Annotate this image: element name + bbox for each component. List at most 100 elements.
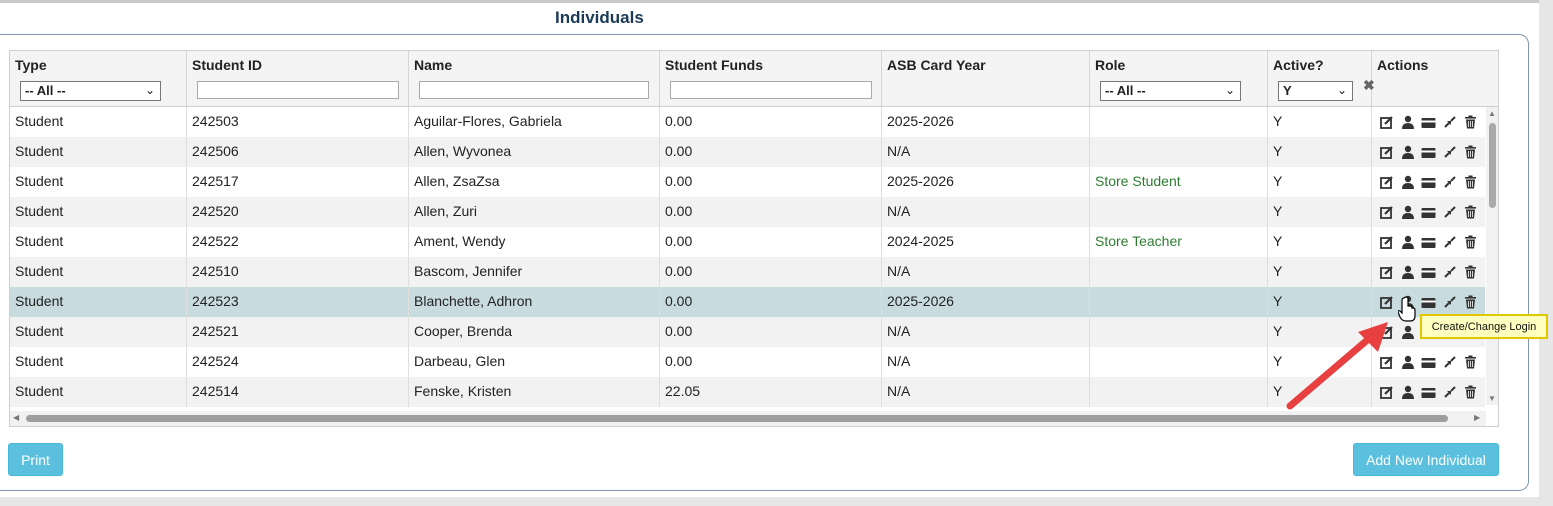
cell-name: Ament, Wendy: [409, 227, 660, 257]
table-row[interactable]: Student 242521 Cooper, Brenda 0.00 N/A Y: [10, 317, 1485, 347]
cell-funds: 0.00: [660, 227, 882, 257]
edit-icon[interactable]: [1379, 205, 1394, 220]
table-row[interactable]: Student 242522 Ament, Wendy 0.00 2024-2025 St…: [10, 227, 1485, 257]
active-filter-select[interactable]: Y ⌄: [1278, 81, 1353, 101]
add-new-individual-button[interactable]: Add New Individual: [1353, 443, 1499, 476]
card-icon[interactable]: [1421, 265, 1436, 280]
user-icon[interactable]: [1400, 325, 1415, 340]
scroll-up-icon[interactable]: ▲: [1488, 109, 1496, 118]
cell-name: Bascom, Jennifer: [409, 257, 660, 287]
header-active-label: Active?: [1273, 57, 1324, 73]
edit-icon[interactable]: [1379, 145, 1394, 160]
edit-icon[interactable]: [1379, 115, 1394, 130]
scroll-right-icon[interactable]: ▶: [1474, 413, 1480, 422]
cell-name: Allen, Zuri: [409, 197, 660, 227]
merge-icon[interactable]: [1442, 265, 1457, 280]
student-id-filter-input[interactable]: [197, 81, 399, 99]
cell-funds: 0.00: [660, 137, 882, 167]
cell-id: 242520: [187, 197, 409, 227]
trash-icon[interactable]: [1463, 175, 1478, 190]
card-icon[interactable]: [1421, 205, 1436, 220]
header-asb-card-year-label: ASB Card Year: [887, 57, 986, 73]
role-filter-value: -- All --: [1105, 83, 1146, 98]
table-row[interactable]: Student 242510 Bascom, Jennifer 0.00 N/A Y: [10, 257, 1485, 287]
header-actions: Actions: [1372, 51, 1498, 106]
user-icon[interactable]: [1400, 115, 1415, 130]
card-icon[interactable]: [1421, 145, 1436, 160]
horizontal-scroll-thumb[interactable]: [26, 415, 1448, 422]
cell-type: Student: [10, 287, 187, 317]
header-asb-card-year: ASB Card Year: [882, 51, 1090, 106]
merge-icon[interactable]: [1442, 295, 1457, 310]
horizontal-scrollbar[interactable]: ◀ ▶: [10, 411, 1486, 426]
trash-icon[interactable]: [1463, 235, 1478, 250]
card-icon[interactable]: [1421, 115, 1436, 130]
user-icon[interactable]: [1400, 205, 1415, 220]
table-row[interactable]: Student 242506 Allen, Wyvonea 0.00 N/A Y: [10, 137, 1485, 167]
card-icon[interactable]: [1421, 175, 1436, 190]
merge-icon[interactable]: [1442, 115, 1457, 130]
edit-icon[interactable]: [1379, 265, 1394, 280]
name-filter-input[interactable]: [419, 81, 649, 99]
page-title: Individuals: [555, 8, 644, 27]
vertical-scroll-thumb[interactable]: [1489, 123, 1496, 208]
vertical-scrollbar[interactable]: ▲ ▼: [1486, 107, 1498, 405]
funds-filter-input[interactable]: [670, 81, 872, 99]
header-name: Name: [409, 51, 660, 106]
role-filter-select[interactable]: -- All -- ⌄: [1100, 81, 1241, 101]
edit-icon[interactable]: [1379, 175, 1394, 190]
table-row[interactable]: Student 242517 Allen, ZsaZsa 0.00 2025-2026 S…: [10, 167, 1485, 197]
user-icon[interactable]: [1400, 355, 1415, 370]
merge-icon[interactable]: [1442, 235, 1457, 250]
merge-icon[interactable]: [1442, 175, 1457, 190]
header-type: Type -- All -- ⌄: [10, 51, 187, 106]
cell-funds: 0.00: [660, 287, 882, 317]
header-student-funds: Student Funds: [660, 51, 882, 106]
cell-role: Store Student: [1090, 167, 1268, 197]
tooltip-create-change-login: Create/Change Login: [1420, 314, 1548, 339]
table-row[interactable]: Student 242514 Fenske, Kristen 22.05 N/A Y: [10, 377, 1485, 407]
table-row[interactable]: Student 242523 Blanchette, Adhron 0.00 2025-…: [10, 287, 1485, 317]
table-row[interactable]: Student 242524 Darbeau, Glen 0.00 N/A Y: [10, 347, 1485, 377]
cell-type: Student: [10, 167, 187, 197]
trash-icon[interactable]: [1463, 295, 1478, 310]
merge-icon[interactable]: [1442, 205, 1457, 220]
user-icon[interactable]: [1400, 385, 1415, 400]
cell-asb: N/A: [882, 197, 1090, 227]
cell-role: Store Teacher: [1090, 227, 1268, 257]
cell-role: [1090, 347, 1268, 377]
cell-active: Y: [1268, 167, 1372, 197]
hand-cursor-icon: [1398, 296, 1416, 322]
cell-type: Student: [10, 257, 187, 287]
type-filter-select[interactable]: -- All -- ⌄: [20, 81, 161, 101]
edit-icon[interactable]: [1379, 235, 1394, 250]
user-icon[interactable]: [1400, 175, 1415, 190]
cell-id: 242522: [187, 227, 409, 257]
card-icon[interactable]: [1421, 295, 1436, 310]
trash-icon[interactable]: [1463, 115, 1478, 130]
trash-icon[interactable]: [1463, 355, 1478, 370]
scroll-left-icon[interactable]: ◀: [13, 413, 19, 422]
user-icon[interactable]: [1400, 265, 1415, 280]
card-icon[interactable]: [1421, 355, 1436, 370]
table-row[interactable]: Student 242503 Aguilar-Flores, Gabriela 0.0…: [10, 107, 1485, 137]
cell-role: [1090, 257, 1268, 287]
scroll-down-icon[interactable]: ▼: [1488, 394, 1496, 403]
user-icon[interactable]: [1400, 235, 1415, 250]
merge-icon[interactable]: [1442, 355, 1457, 370]
cell-id: 242524: [187, 347, 409, 377]
trash-icon[interactable]: [1463, 205, 1478, 220]
trash-icon[interactable]: [1463, 145, 1478, 160]
table-row[interactable]: Student 242520 Allen, Zuri 0.00 N/A Y: [10, 197, 1485, 227]
merge-icon[interactable]: [1442, 145, 1457, 160]
row-actions: [1373, 197, 1478, 227]
print-button[interactable]: Print: [8, 443, 63, 476]
card-icon[interactable]: [1421, 235, 1436, 250]
user-icon[interactable]: [1400, 145, 1415, 160]
cell-name: Cooper, Brenda: [409, 317, 660, 347]
trash-icon[interactable]: [1463, 385, 1478, 400]
trash-icon[interactable]: [1463, 265, 1478, 280]
card-icon[interactable]: [1421, 385, 1436, 400]
merge-icon[interactable]: [1442, 385, 1457, 400]
edit-icon[interactable]: [1379, 295, 1394, 310]
